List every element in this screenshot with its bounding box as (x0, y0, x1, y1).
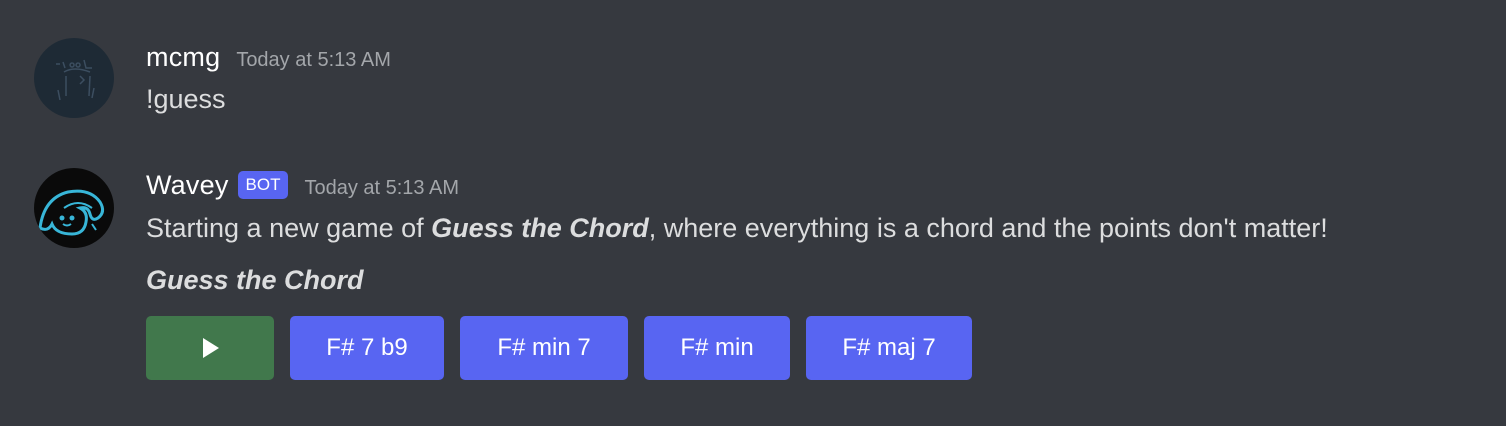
username[interactable]: Wavey (146, 170, 229, 201)
embed-title: Guess the Chord (146, 265, 364, 295)
chord-button-3[interactable]: F# min (644, 316, 790, 380)
chord-button-1[interactable]: F# 7 b9 (290, 316, 444, 380)
avatar-wavey[interactable] (34, 168, 114, 248)
bot-badge: BOT (237, 171, 289, 199)
content-prefix: Starting a new game of (146, 213, 432, 243)
avatar-mcmg[interactable] (34, 38, 114, 118)
play-button[interactable] (146, 316, 274, 380)
content-bold: Guess the Chord (431, 213, 649, 243)
play-icon (203, 338, 219, 358)
chord-button-4[interactable]: F# maj 7 (806, 316, 972, 380)
user-avatar-icon (34, 38, 114, 118)
message-header: Wavey BOT Today at 5:13 AM (146, 170, 459, 203)
timestamp: Today at 5:13 AM (236, 49, 391, 71)
chord-button-2[interactable]: F# min 7 (460, 316, 628, 380)
wave-avatar-icon (34, 168, 114, 248)
button-row: F# 7 b9 F# min 7 F# min F# maj 7 (146, 316, 988, 380)
message-content: Starting a new game of Guess the Chord, … (146, 213, 1328, 244)
content-suffix: , where everything is a chord and the po… (648, 213, 1328, 243)
username[interactable]: mcmg (146, 42, 220, 73)
message-content: !guess (146, 84, 226, 114)
chat-messages: mcmg Today at 5:13 AM !guess Wavey BOT T… (0, 0, 1506, 426)
message-header: mcmg Today at 5:13 AM (146, 42, 391, 73)
timestamp: Today at 5:13 AM (304, 177, 460, 199)
